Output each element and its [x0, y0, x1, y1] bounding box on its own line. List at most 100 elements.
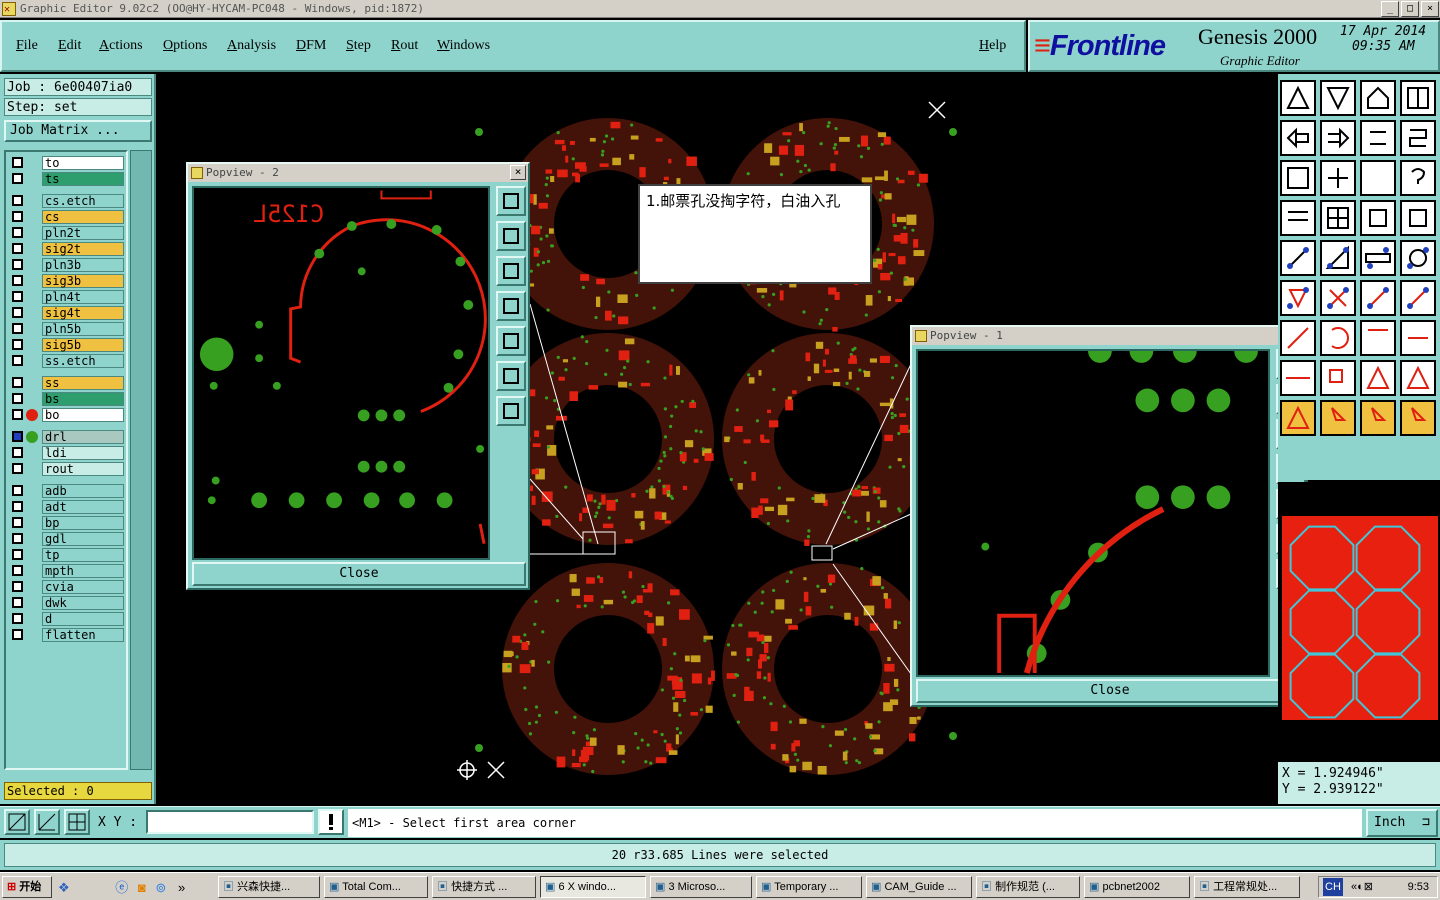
menu-file[interactable]: File	[16, 38, 38, 54]
house-icon[interactable]	[1360, 80, 1396, 116]
menu-rout[interactable]: Rout	[391, 38, 418, 54]
layer-row-d[interactable]: d	[8, 612, 124, 627]
layer-row-cvia[interactable]: cvia	[8, 580, 124, 595]
taskbar-item[interactable]: ▣ 工程常规处...	[1194, 876, 1300, 898]
layer-checkbox[interactable]	[12, 157, 23, 168]
layer-checkbox[interactable]	[12, 431, 23, 442]
layer-row-dwk[interactable]: dwk	[8, 596, 124, 611]
layer-row-cs[interactable]: cs	[8, 210, 124, 225]
layer-row-ss-etch[interactable]: ss.etch	[8, 354, 124, 369]
layer-checkbox[interactable]	[12, 323, 23, 334]
taskbar-item[interactable]: ▣ Total Com...	[324, 876, 428, 898]
layer-row-bp[interactable]: bp	[8, 516, 124, 531]
layer-checkbox[interactable]	[12, 339, 23, 350]
taskbar-item[interactable]: ▣ 3 Microso...	[650, 876, 752, 898]
home-up-icon[interactable]	[1280, 80, 1316, 116]
menu-analysis[interactable]: Analysis	[227, 38, 276, 54]
rotate-icon[interactable]	[1320, 320, 1356, 356]
layer-checkbox[interactable]	[12, 211, 23, 222]
layer-row-pln4t[interactable]: pln4t	[8, 290, 124, 305]
cross-icon[interactable]	[1320, 280, 1356, 316]
triangle-b-icon[interactable]	[1400, 360, 1436, 396]
layer-checkbox[interactable]	[12, 243, 23, 254]
layer-row-ss[interactable]: ss	[8, 376, 124, 391]
snap-icon[interactable]	[1360, 200, 1396, 236]
layer-checkbox[interactable]	[12, 377, 23, 388]
layer-checkbox[interactable]	[12, 581, 23, 592]
unit-selector[interactable]: Inch ⊐	[1366, 809, 1438, 837]
menu-actions[interactable]: Actions	[99, 38, 143, 54]
layer-row-pln3b[interactable]: pln3b	[8, 258, 124, 273]
layer-checkbox[interactable]	[12, 565, 23, 576]
layer-row-sig2t[interactable]: sig2t	[8, 242, 124, 257]
layer-row-mpth[interactable]: mpth	[8, 564, 124, 579]
layer-row-drl[interactable]: drl	[8, 430, 124, 445]
layer-row-cs-etch[interactable]: cs.etch	[8, 194, 124, 209]
layer-row-bs[interactable]: bs	[8, 392, 124, 407]
triangle-c-icon[interactable]	[1280, 400, 1316, 436]
popview-tool-button[interactable]	[496, 291, 526, 321]
layer-row-adb[interactable]: adb	[8, 484, 124, 499]
measure-icon[interactable]	[34, 809, 60, 835]
text-icon[interactable]	[1360, 320, 1396, 356]
triangle-icon[interactable]	[1360, 360, 1396, 396]
split-view-icon[interactable]	[1400, 80, 1436, 116]
layer-checkbox[interactable]	[12, 291, 23, 302]
menu-edit[interactable]: Edit	[58, 38, 81, 54]
cursor-icon[interactable]	[1320, 400, 1356, 436]
layer-checkbox[interactable]	[12, 259, 23, 270]
cursor-c-icon[interactable]	[1400, 400, 1436, 436]
tools-icon[interactable]	[1280, 200, 1316, 236]
xy-input[interactable]	[146, 810, 314, 834]
layer-checkbox[interactable]	[12, 447, 23, 458]
snap-grid-icon[interactable]	[64, 809, 90, 835]
tray-icons[interactable]: «◐⊠	[1351, 877, 1373, 897]
popview-tool-button[interactable]	[496, 221, 526, 251]
layer-checkbox[interactable]	[12, 393, 23, 404]
pad-icon[interactable]	[1400, 240, 1436, 276]
popview-tool-button[interactable]	[496, 361, 526, 391]
quicklaunch-icons[interactable]: ❖ ⓔ ◙ ⊚ »	[58, 877, 185, 896]
menu-windows[interactable]: Windows	[437, 38, 490, 54]
highlight-icon[interactable]	[1320, 240, 1356, 276]
job-matrix-button[interactable]: Job Matrix ...	[4, 120, 152, 142]
popview-tool-button[interactable]	[496, 326, 526, 356]
taskbar-item[interactable]: ▣ 快捷方式 ...	[432, 876, 536, 898]
zoom-1-2-icon[interactable]	[1360, 160, 1396, 196]
layer-list-scrollbar[interactable]	[130, 150, 152, 770]
popview-tool-button[interactable]	[496, 256, 526, 286]
taskbar-item[interactable]: ▣ 6 X windo...	[540, 876, 646, 898]
route-icon[interactable]	[1400, 120, 1436, 156]
close-window-icon[interactable]: ×	[1421, 1, 1439, 17]
menu-help[interactable]: Help	[979, 38, 1006, 54]
layer-row-pln5b[interactable]: pln5b	[8, 322, 124, 337]
layer-checkbox[interactable]	[12, 629, 23, 640]
swap-icon[interactable]	[1360, 120, 1396, 156]
layer-checkbox[interactable]	[12, 307, 23, 318]
taskbar-item[interactable]: ▣ pcbnet2002	[1084, 876, 1190, 898]
layer-checkbox[interactable]	[12, 195, 23, 206]
layer-checkbox[interactable]	[12, 355, 23, 366]
layer-row-ldi[interactable]: ldi	[8, 446, 124, 461]
slash-icon[interactable]	[1280, 320, 1316, 356]
layer-checkbox[interactable]	[12, 597, 23, 608]
menu-dfm[interactable]: DFM	[296, 38, 326, 54]
menu-options[interactable]: Options	[163, 38, 207, 54]
layer-row-tp[interactable]: tp	[8, 548, 124, 563]
maximize-icon[interactable]: □	[1401, 1, 1419, 17]
select-icon[interactable]	[1280, 240, 1316, 276]
popview-2-canvas[interactable]: C125L	[192, 186, 490, 560]
layer-row-adt[interactable]: adt	[8, 500, 124, 515]
layer-checkbox[interactable]	[12, 409, 23, 420]
line-icon[interactable]	[1360, 280, 1396, 316]
layer-row-sig3b[interactable]: sig3b	[8, 274, 124, 289]
popview-tool-button[interactable]	[496, 186, 526, 216]
language-indicator[interactable]: CH	[1323, 878, 1343, 896]
cursor-b-icon[interactable]	[1360, 400, 1396, 436]
grid-icon[interactable]	[1320, 200, 1356, 236]
layer-checkbox[interactable]	[12, 463, 23, 474]
zoom-fit-icon[interactable]	[1280, 160, 1316, 196]
layer-checkbox[interactable]	[12, 485, 23, 496]
snap-pad-icon[interactable]	[1400, 200, 1436, 236]
layer-checkbox[interactable]	[12, 517, 23, 528]
